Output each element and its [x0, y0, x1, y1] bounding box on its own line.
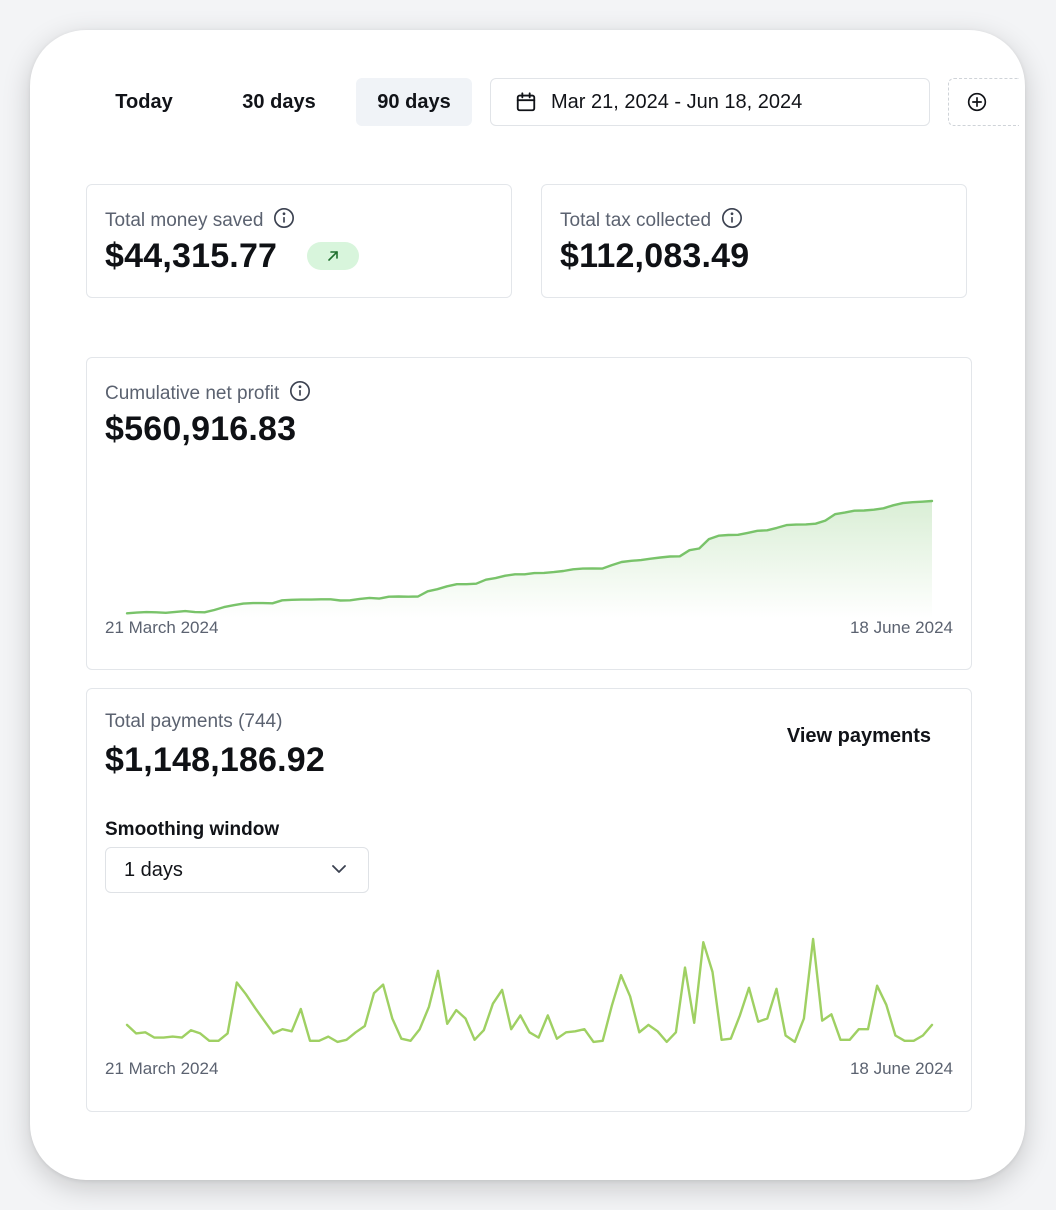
view-payments-link[interactable]: View payments [787, 725, 931, 748]
net-profit-chart [125, 499, 934, 618]
range-90-days-button[interactable]: 90 days [356, 78, 472, 126]
trend-up-badge [307, 242, 359, 270]
calendar-icon [516, 92, 536, 112]
smoothing-window-value: 1 days [124, 859, 183, 881]
range-30-days-button[interactable]: 30 days [220, 78, 338, 126]
payments-card: Total payments (744) $1,148,186.92 View … [86, 688, 972, 1112]
money-saved-label-row: Total money saved [105, 207, 295, 232]
net-profit-label: Cumulative net profit [105, 383, 280, 404]
payments-label: Total payments (744) [105, 711, 283, 732]
payments-chart [125, 937, 934, 1044]
smoothing-window-label: Smoothing window [105, 819, 280, 840]
profit-start-date: 21 March 2024 [105, 618, 219, 637]
arrow-up-right-icon [328, 251, 338, 261]
plus-circle-icon [967, 92, 987, 112]
tax-collected-label-row: Total tax collected [560, 207, 743, 232]
info-icon[interactable] [289, 380, 311, 402]
date-range-label: Mar 21, 2024 - Jun 18, 2024 [551, 91, 803, 113]
money-saved-label: Total money saved [105, 210, 264, 231]
tax-collected-value: $112,083.49 [560, 237, 750, 275]
money-saved-card: Total money saved $44,315.77 [86, 184, 512, 298]
profit-end-date: 18 June 2024 [849, 618, 953, 637]
net-profit-label-row: Cumulative net profit [105, 380, 311, 405]
date-range-picker[interactable]: Mar 21, 2024 - Jun 18, 2024 [490, 78, 930, 126]
range-today-button[interactable]: Today [94, 78, 194, 126]
money-saved-value: $44,315.77 [105, 237, 278, 275]
dashboard-panel: Today 30 days 90 days Mar 21, 2024 - Jun… [30, 30, 1025, 1180]
payments-line [125, 937, 934, 1044]
net-profit-area [127, 501, 932, 618]
payments-end-date: 18 June 2024 [849, 1059, 953, 1078]
payments-start-date: 21 March 2024 [105, 1059, 219, 1078]
net-profit-value: $560,916.83 [105, 410, 297, 448]
net-profit-card: Cumulative net profit $560,916.83 21 Mar… [86, 357, 972, 670]
add-filter-button[interactable] [948, 78, 1019, 126]
payments-value: $1,148,186.92 [105, 741, 326, 779]
range-bar: Today 30 days 90 days Mar 21, 2024 - Jun… [30, 78, 1025, 128]
info-icon[interactable] [273, 207, 295, 229]
chevron-down-icon [332, 865, 346, 873]
tax-collected-card: Total tax collected $112,083.49 [541, 184, 967, 298]
smoothing-window-select[interactable]: 1 days [105, 847, 369, 893]
info-icon[interactable] [721, 207, 743, 229]
tax-collected-label: Total tax collected [560, 210, 712, 231]
